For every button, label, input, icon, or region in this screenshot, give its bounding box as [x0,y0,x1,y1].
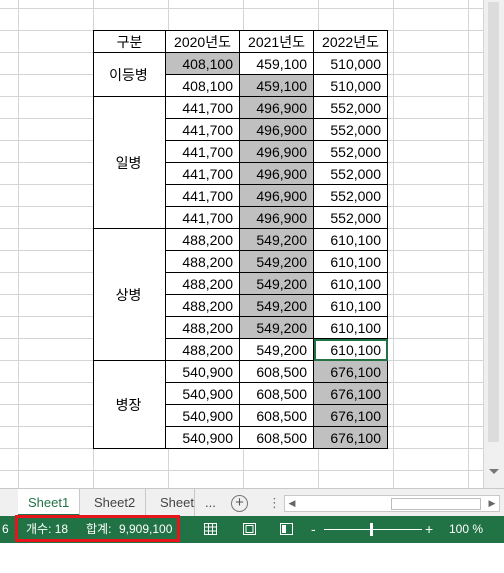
zoom-out-button[interactable]: - [311,516,316,543]
vertical-scrollbar[interactable] [483,0,504,488]
scroll-down-icon[interactable] [489,469,499,474]
pay-cell[interactable]: 608,500 [239,382,314,405]
header-year[interactable]: 2022년도 [313,30,388,53]
horizontal-scrollbar[interactable]: ◀ ▶ [284,495,500,512]
pay-cell[interactable]: 496,900 [239,162,314,185]
pay-cell[interactable]: 552,000 [313,118,388,141]
tab-sheet3[interactable]: Sheet3 [150,489,195,516]
pay-cell[interactable]: 608,500 [239,360,314,383]
zoom-slider-thumb[interactable] [370,523,373,536]
pay-cell[interactable]: 441,700 [165,118,240,141]
pay-cell[interactable]: 676,100 [313,382,388,405]
pay-cell[interactable]: 549,200 [239,338,314,361]
header-row: 구분 2020년도 2021년도 2022년도 [93,30,388,53]
horizontal-scroll-thumb[interactable] [391,498,481,510]
table-row: 일병 441,700 496,900 552,000 [93,96,388,229]
pay-cell[interactable]: 459,100 [239,52,314,75]
pay-cell[interactable]: 552,000 [313,162,388,185]
pay-cell[interactable]: 608,500 [239,404,314,427]
page-layout-view-icon[interactable] [243,523,256,535]
scroll-right-icon[interactable]: ▶ [485,496,499,511]
highlight-annotation-box [15,515,180,542]
pay-cell[interactable]: 441,700 [165,96,240,119]
pay-cell[interactable]: 540,900 [165,404,240,427]
pay-cell[interactable]: 549,200 [239,294,314,317]
pay-cell[interactable]: 488,200 [165,294,240,317]
zoom-in-button[interactable]: + [425,516,433,543]
more-sheets-button[interactable]: ... [205,489,216,516]
pay-cell[interactable]: 552,000 [313,140,388,163]
pay-cell[interactable]: 676,100 [313,404,388,427]
pay-cell[interactable]: 608,500 [239,426,314,449]
pay-cell[interactable]: 441,700 [165,140,240,163]
pay-cell[interactable]: 496,900 [239,140,314,163]
rank-label[interactable]: 상병 [93,228,166,361]
pay-cell[interactable]: 496,900 [239,206,314,229]
header-category[interactable]: 구분 [93,30,166,53]
tab-sheet1[interactable]: Sheet1 [18,489,81,516]
split-handle-icon[interactable]: ⋮ [268,495,281,510]
pay-cell[interactable]: 540,900 [165,360,240,383]
table-row: 이등병 408,100 459,100 510,000 [93,52,388,97]
pay-cell[interactable]: 552,000 [313,206,388,229]
pay-cell[interactable]: 510,000 [313,74,388,97]
pay-cell[interactable]: 552,000 [313,96,388,119]
zoom-slider[interactable] [324,529,422,530]
pay-cell[interactable]: 552,000 [313,184,388,207]
header-year[interactable]: 2020년도 [165,30,240,53]
table-row: 병장 540,900 608,500 676,100 [93,360,388,449]
pay-cell[interactable]: 488,200 [165,228,240,251]
pay-cell[interactable]: 676,100 [313,426,388,449]
pay-cell[interactable]: 549,200 [239,228,314,251]
pay-cell[interactable]: 549,200 [239,272,314,295]
pay-cell[interactable]: 496,900 [239,96,314,119]
rank-label[interactable]: 이등병 [93,52,166,97]
normal-view-icon[interactable] [204,523,217,535]
pay-cell[interactable]: 610,100 [313,316,388,339]
pay-cell[interactable]: 408,100 [165,74,240,97]
pay-cell[interactable]: 549,200 [239,250,314,273]
add-sheet-icon[interactable]: + [231,495,248,512]
zoom-level[interactable]: 100 % [449,516,483,543]
pay-cell[interactable]: 610,100 [313,228,388,251]
pay-cell[interactable]: 441,700 [165,184,240,207]
page-break-view-icon[interactable] [280,523,293,535]
pay-cell[interactable]: 496,900 [239,118,314,141]
pay-cell[interactable]: 488,200 [165,316,240,339]
pay-cell[interactable]: 488,200 [165,250,240,273]
pay-cell[interactable]: 496,900 [239,184,314,207]
pay-cell[interactable]: 488,200 [165,272,240,295]
pay-cell[interactable]: 408,100 [165,52,240,75]
table-row: 상병 488,200 549,200 610,100 [93,228,388,361]
pay-cell[interactable]: 441,700 [165,162,240,185]
pay-cell[interactable]: 459,100 [239,74,314,97]
scroll-left-icon[interactable]: ◀ [285,496,299,511]
sheet-tab-bar: Sheet1 Sheet2 Sheet3 ... + ⋮ ◀ ▶ [0,488,504,517]
pay-cell[interactable]: 488,200 [165,338,240,361]
pay-cell[interactable]: 540,900 [165,382,240,405]
pay-cell[interactable]: 610,100 [313,338,388,361]
tab-sheet2[interactable]: Sheet2 [84,489,147,516]
pay-cell[interactable]: 610,100 [313,272,388,295]
header-year[interactable]: 2021년도 [239,30,314,53]
pay-cell[interactable]: 549,200 [239,316,314,339]
pay-cell[interactable]: 441,700 [165,206,240,229]
pay-cell[interactable]: 676,100 [313,360,388,383]
pay-cell[interactable]: 610,100 [313,294,388,317]
rank-label[interactable]: 일병 [93,96,166,229]
pay-cell[interactable]: 510,000 [313,52,388,75]
rank-label[interactable]: 병장 [93,360,166,449]
pay-cell[interactable]: 610,100 [313,250,388,273]
pay-cell[interactable]: 540,900 [165,426,240,449]
status-left-fragment: 6 [2,522,9,536]
pay-table: 구분 2020년도 2021년도 2022년도 이등병 408,100 459,100 510… [93,30,388,449]
vertical-scroll-thumb[interactable] [488,2,499,442]
